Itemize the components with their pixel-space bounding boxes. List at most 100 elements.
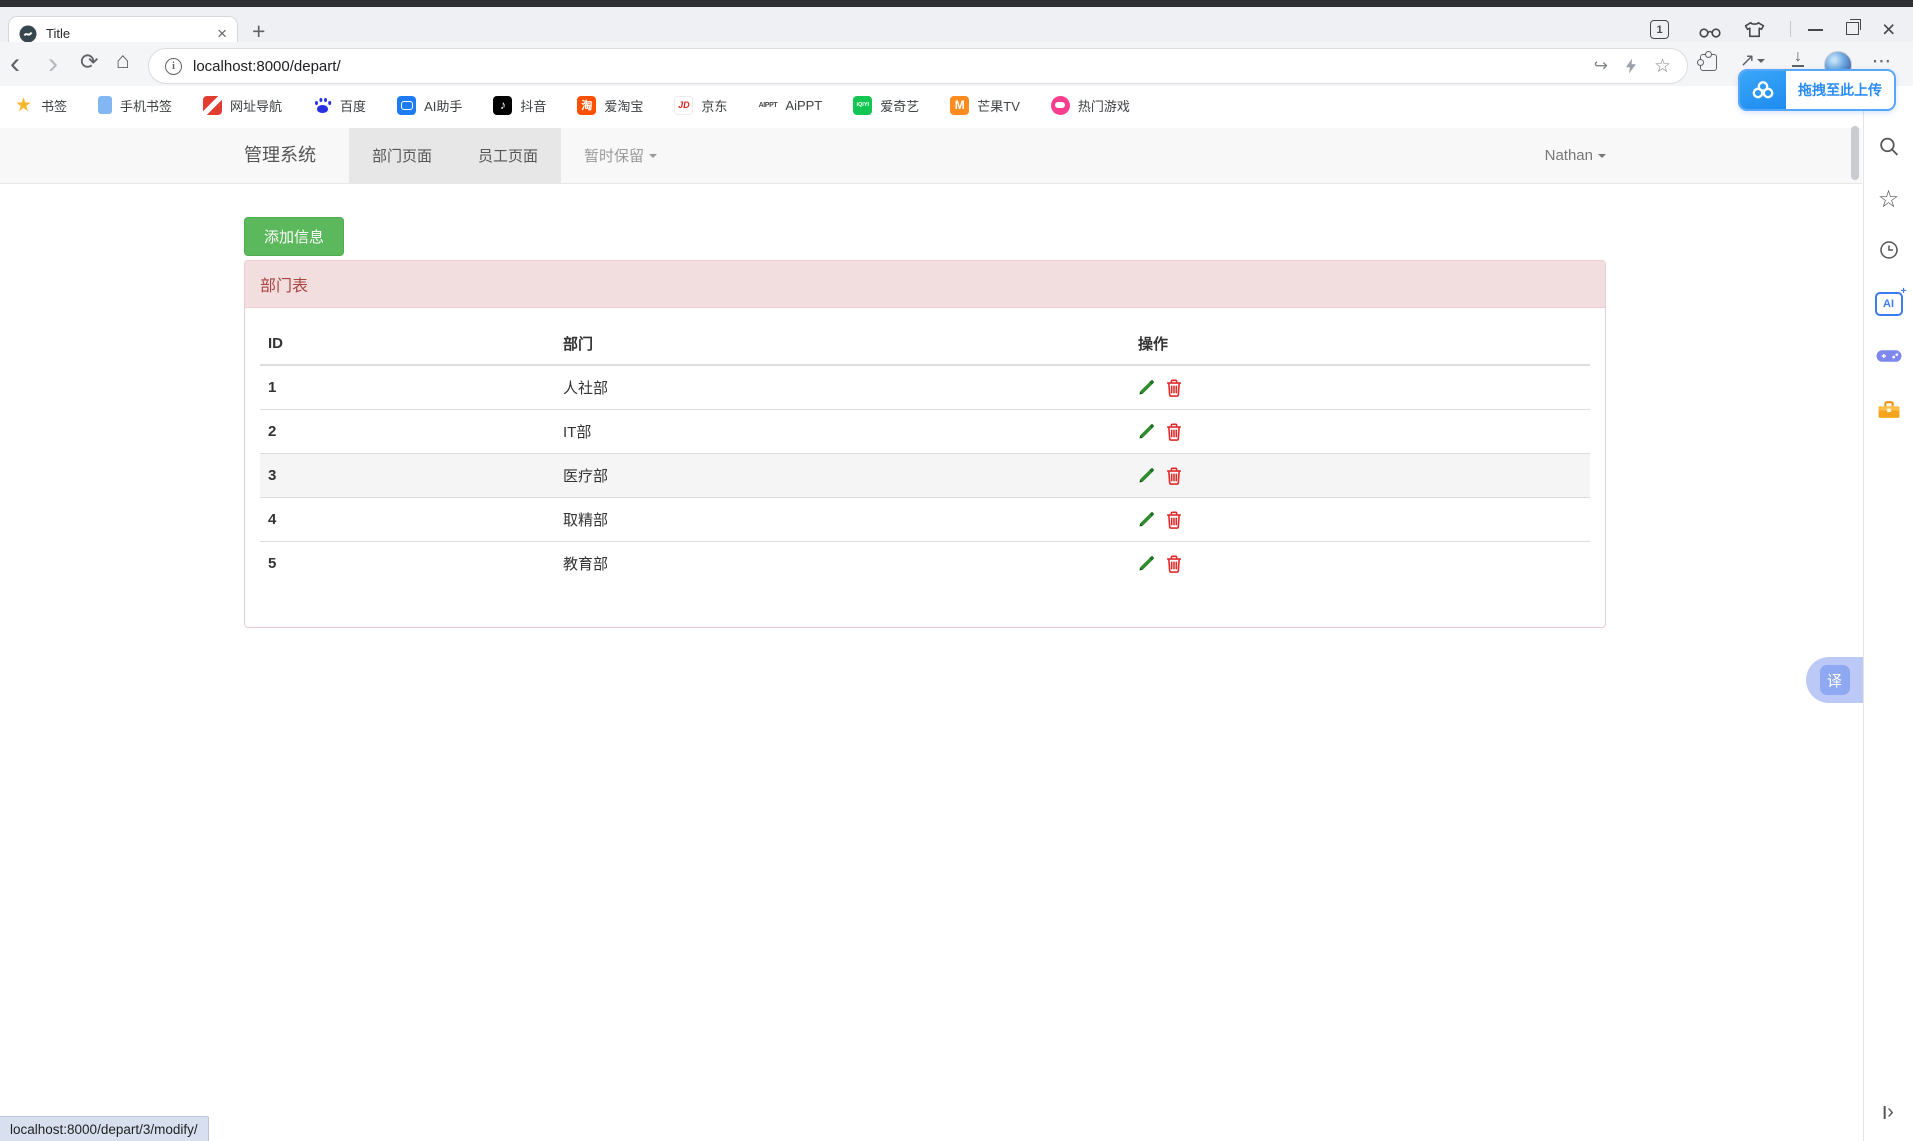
favorites-star-icon[interactable]: ☆ xyxy=(1878,185,1900,214)
cell-id: 1 xyxy=(268,379,277,396)
cell-actions xyxy=(1130,409,1590,454)
table-row: 1 人社部 xyxy=(260,365,1590,410)
close-icon[interactable]: × xyxy=(1882,16,1895,43)
edit-pencil-icon[interactable] xyxy=(1138,555,1155,572)
nav-item-department[interactable]: 部门页面 xyxy=(349,128,456,183)
ai-panel-icon[interactable]: AI xyxy=(1874,286,1906,316)
download-icon[interactable]: ↓ xyxy=(1792,49,1804,67)
bookmark-item[interactable]: ★ 书签 xyxy=(14,95,67,116)
delete-trash-icon[interactable] xyxy=(1166,422,1182,441)
tab-favicon xyxy=(19,25,37,42)
table-header-department: 部门 xyxy=(555,323,1130,366)
translate-button[interactable]: 译 xyxy=(1806,657,1863,703)
delete-trash-icon[interactable] xyxy=(1166,510,1182,529)
browser-side-panel: ☆ AI › xyxy=(1863,110,1913,1141)
jd-icon: JD xyxy=(674,95,694,115)
history-clock-icon[interactable] xyxy=(1879,240,1899,260)
bookmark-item[interactable]: AI助手 xyxy=(397,95,462,115)
gamepad-icon[interactable] xyxy=(1876,348,1901,363)
netdisk-logo-icon xyxy=(1740,71,1786,109)
bookmark-item[interactable]: M 芒果TV xyxy=(950,95,1020,115)
upload-dropzone[interactable]: 拖拽至此上传 xyxy=(1738,69,1896,111)
hot-games-icon xyxy=(1050,95,1070,115)
window-divider xyxy=(1790,21,1791,37)
navbar-brand[interactable]: 管理系统 xyxy=(244,128,316,183)
cell-id: 3 xyxy=(260,453,555,498)
delete-trash-icon[interactable] xyxy=(1166,554,1182,573)
table-row: 4 取精部 xyxy=(260,497,1590,542)
browser-window: Title × + 1 × ‹ › ⟳ ⌂ i localhost:8000/d… xyxy=(0,0,1913,1141)
tab-count-icon[interactable]: 1 xyxy=(1650,20,1669,39)
cell-id: 2 xyxy=(260,409,555,454)
bookmarks-bar: ★ 书签 手机书签 网址导航 百度 AI助手 ♪ 抖音 淘 爱淘宝 JD 京东 … xyxy=(0,86,1913,124)
user-menu[interactable]: Nathan xyxy=(1545,128,1606,183)
scrollbar-thumb[interactable] xyxy=(1851,126,1859,180)
home-icon[interactable]: ⌂ xyxy=(116,47,130,74)
forward-icon[interactable]: › xyxy=(48,46,58,82)
edit-pencil-icon[interactable] xyxy=(1138,423,1155,440)
cell-department: 医疗部 xyxy=(555,453,1130,498)
url-text[interactable]: localhost:8000/depart/ xyxy=(193,58,341,75)
nav-item-employee[interactable]: 员工页面 xyxy=(455,128,562,183)
lightning-icon[interactable] xyxy=(1625,58,1636,74)
window-frame-edge xyxy=(0,0,1913,7)
cell-id: 4 xyxy=(260,497,555,542)
back-icon[interactable]: ‹ xyxy=(10,46,20,82)
baidu-icon xyxy=(313,96,332,115)
edit-pencil-icon[interactable] xyxy=(1138,511,1155,528)
status-link-preview: localhost:8000/depart/3/modify/ xyxy=(0,1116,209,1141)
search-icon[interactable] xyxy=(1878,136,1899,157)
department-table-body: 1 人社部 2 IT部 3 医疗部 4 取精部 5 教育部 xyxy=(260,365,1590,585)
upload-label: 拖拽至此上传 xyxy=(1798,82,1882,98)
edit-pencil-icon[interactable] xyxy=(1138,467,1155,484)
douyin-icon: ♪ xyxy=(493,95,513,115)
send-to-device-icon[interactable]: ↗ xyxy=(1740,50,1766,71)
cell-department: IT部 xyxy=(555,409,1130,454)
bookmark-item[interactable]: AIPPT AiPPT xyxy=(758,96,823,115)
new-tab-button[interactable]: + xyxy=(252,17,265,45)
table-row: 2 IT部 xyxy=(260,409,1590,454)
navbar-tabs: 部门页面 员工页面 暂时保留 xyxy=(349,128,680,183)
toolbox-icon[interactable] xyxy=(1877,400,1900,419)
bookmark-item[interactable]: iQIYI 爱奇艺 xyxy=(853,95,919,115)
site-nav-icon xyxy=(203,95,223,115)
bookmark-item[interactable]: 网址导航 xyxy=(203,95,282,115)
extensions-puzzle-icon[interactable] xyxy=(1697,51,1717,71)
delete-trash-icon[interactable] xyxy=(1166,378,1182,397)
collapse-panel-icon[interactable]: › xyxy=(1883,1102,1894,1122)
panel-title: 部门表 xyxy=(245,261,1605,308)
tab-strip: Title × + 1 × xyxy=(0,7,1913,50)
share-icon[interactable]: ↪ xyxy=(1594,56,1608,76)
panel-body: ID 部门 操作 1 人社部 2 IT部 3 医疗部 4 取精部 5 教育部 xyxy=(245,308,1605,627)
tab-title-label: Title xyxy=(46,26,71,41)
caret-down-icon xyxy=(1598,153,1606,158)
bookmark-item[interactable]: ♪ 抖音 xyxy=(493,95,546,115)
cell-department: 教育部 xyxy=(555,541,1130,585)
glasses-icon[interactable] xyxy=(1698,23,1722,39)
tab-close-icon[interactable]: × xyxy=(217,25,227,42)
bookmark-item[interactable]: 热门游戏 xyxy=(1050,95,1130,115)
bookmark-item[interactable]: 百度 xyxy=(313,96,366,115)
edit-pencil-icon[interactable] xyxy=(1138,379,1155,396)
refresh-icon[interactable]: ⟳ xyxy=(80,49,98,75)
bookmark-item[interactable]: JD 京东 xyxy=(674,95,727,115)
table-row: 5 教育部 xyxy=(260,541,1590,585)
phone-bookmark-icon xyxy=(98,96,113,114)
mgtv-icon: M xyxy=(950,95,970,115)
address-bar[interactable]: i localhost:8000/depart/ ↪ ☆ xyxy=(148,48,1688,84)
nav-item-reserved-dropdown[interactable]: 暂时保留 xyxy=(561,128,680,183)
add-info-button[interactable]: 添加信息 xyxy=(244,217,344,256)
iqiyi-icon: iQIYI xyxy=(853,95,873,115)
app-navbar: 管理系统 部门页面 员工页面 暂时保留 Nathan xyxy=(0,128,1862,184)
delete-trash-icon[interactable] xyxy=(1166,466,1182,485)
cell-actions xyxy=(1130,541,1590,585)
bookmark-item[interactable]: 淘 爱淘宝 xyxy=(577,95,643,115)
maximize-restore-icon[interactable] xyxy=(1846,18,1861,35)
minimize-icon[interactable] xyxy=(1808,29,1823,31)
table-header-actions: 操作 xyxy=(1130,323,1590,366)
theme-shirt-icon[interactable] xyxy=(1744,21,1765,38)
bookmark-item[interactable]: 手机书签 xyxy=(98,96,172,115)
page-info-icon[interactable]: i xyxy=(165,57,182,75)
cell-actions xyxy=(1130,365,1590,410)
bookmark-star-icon[interactable]: ☆ xyxy=(1654,55,1671,78)
